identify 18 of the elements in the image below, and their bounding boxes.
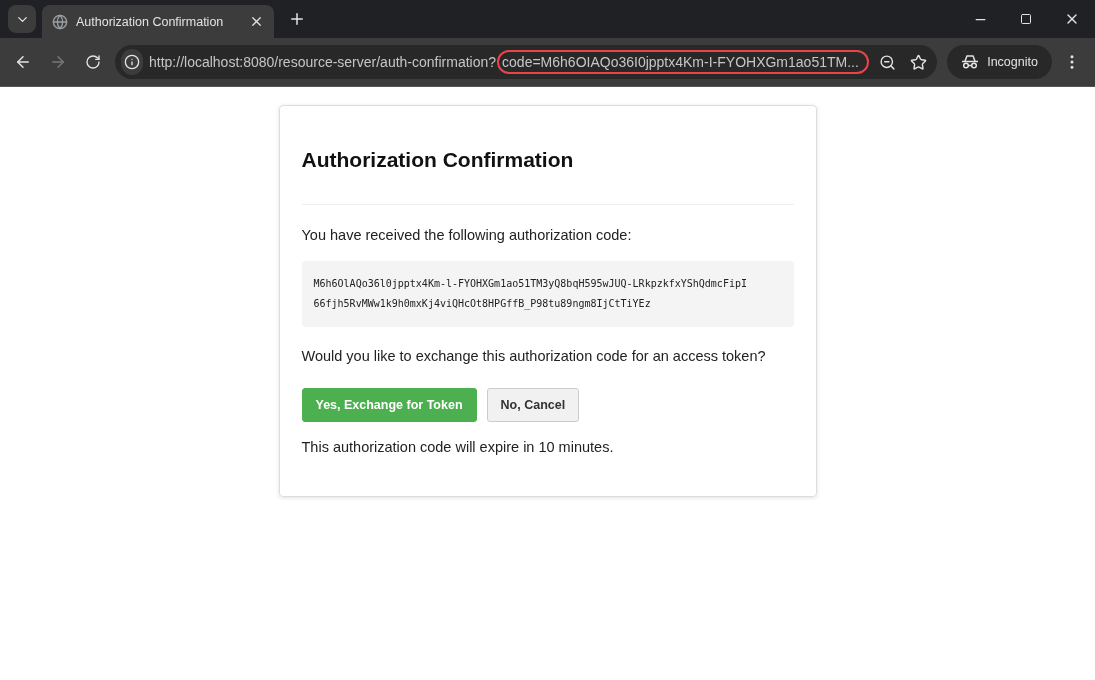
url-text: http://localhost:8080/resource-server/auth-confirmation? <box>149 54 497 70</box>
intro-text: You have received the following authorization code: <box>301 227 633 243</box>
cancel-button[interactable]: No, Cancel <box>486 388 580 422</box>
globe-icon <box>52 13 68 30</box>
address-bar[interactable]: http://localhost:8080/resource-server/auth-confirmation? code=M6h6OIAQo36I0jpptx4Km-I-FYOHXGm1ao51TM... <box>115 45 938 79</box>
authorization-code: M6h6OlAQo36l0jpptx4Km-l-FYOHXGm1ao51TM3yQ8bqH595wJUQ-LRkpzkfxYShQdmcFipI 66fjh5RvMWw1k9h0mxKj4viQHcOt8HPGffB_P98tu89ngm8IjCtTiYEz <box>301 261 794 327</box>
highlighted-url-query: code=M6h6OIAQo36I0jpptx4Km-I-FYOHXGm1ao51TM... <box>497 50 869 74</box>
incognito-icon <box>961 55 980 69</box>
incognito-button[interactable]: Incognito <box>947 45 1052 79</box>
expiry-note: This authorization code will expire in 10 minutes. <box>301 439 615 455</box>
info-icon[interactable] <box>121 49 143 75</box>
card-title: Authorization Confirmation <box>301 148 794 205</box>
question-text: Would you like to exchange this authorization code for an access token? <box>301 348 767 364</box>
tab-search-button[interactable] <box>8 5 36 33</box>
close-icon[interactable] <box>249 14 264 29</box>
browser-tab[interactable]: Authorization Confirmation <box>42 5 274 38</box>
new-tab-icon[interactable] <box>288 10 306 28</box>
tab-title: Authorization Confirmation <box>76 14 225 29</box>
